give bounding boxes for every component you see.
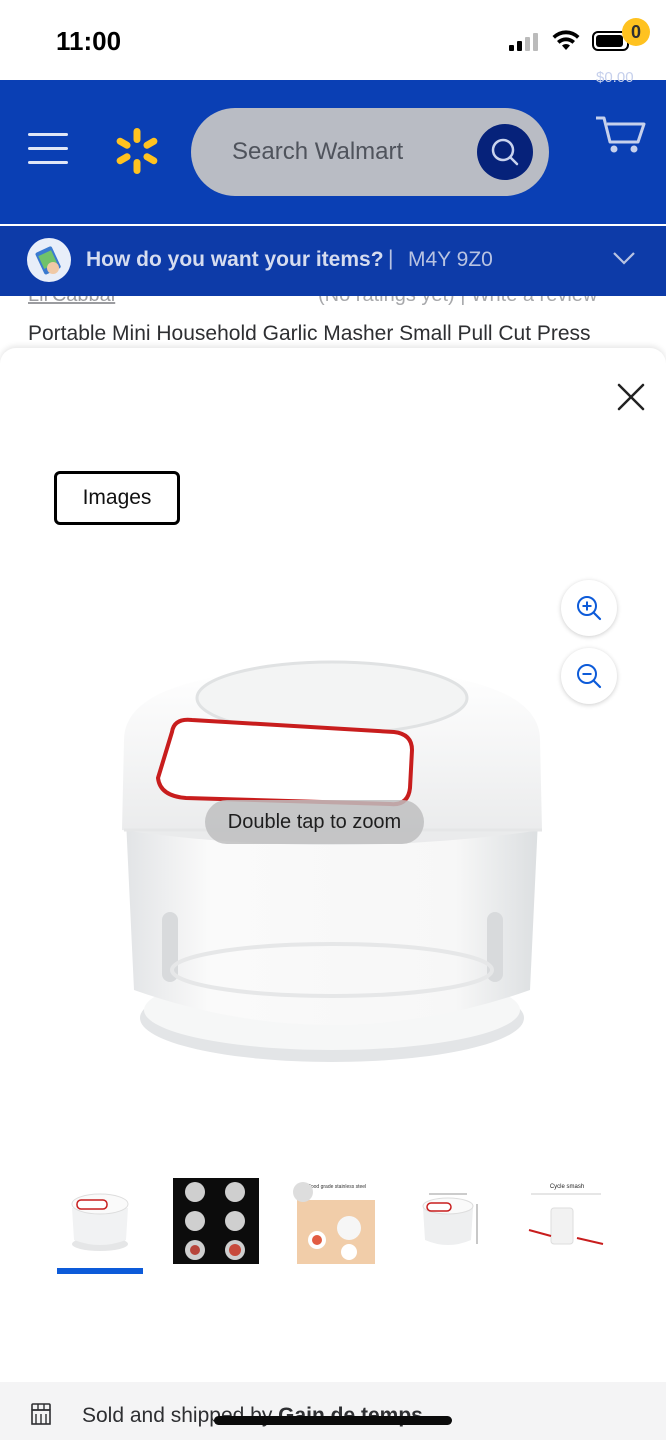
zoom-in-icon	[577, 596, 602, 621]
double-tap-hint: Double tap to zoom	[205, 800, 424, 844]
search-input[interactable]: Search Walmart	[191, 108, 549, 196]
product-header-behind: Lil'Cabbal (No ratings yet) | Write a re…	[0, 296, 666, 348]
product-title: Portable Mini Household Garlic Masher Sm…	[28, 322, 591, 345]
tab-images[interactable]: Images	[54, 471, 180, 525]
cart-icon[interactable]	[594, 102, 654, 172]
thumbnail-1[interactable]	[57, 1178, 143, 1264]
status-time: 11:00	[56, 26, 122, 56]
rating-summary[interactable]: (No ratings yet) | Write a review	[318, 296, 597, 307]
thumbnail-5-caption: Cycle smash	[550, 1184, 584, 1190]
brand-link[interactable]: Lil'Cabbal	[28, 296, 115, 307]
walmart-spark-logo[interactable]	[112, 126, 162, 176]
app-header: Search Walmart	[0, 80, 666, 224]
search-button[interactable]	[477, 124, 533, 180]
chevron-down-icon	[613, 252, 635, 265]
close-icon[interactable]	[614, 380, 648, 414]
search-placeholder: Search Walmart	[232, 138, 404, 165]
delivery-icon	[27, 238, 71, 282]
product-image[interactable]	[112, 650, 552, 1080]
zoom-in-button[interactable]	[561, 580, 617, 636]
home-indicator	[214, 1416, 452, 1425]
thumbnail-2[interactable]	[173, 1178, 259, 1264]
fulfillment-selector[interactable]: How do you want your items? | M4Y 9Z0	[0, 226, 666, 296]
status-icons	[508, 30, 634, 52]
fulfillment-question: How do you want your items?	[86, 248, 384, 271]
cart-count-badge: 0	[622, 18, 650, 46]
thumbnail-selected-indicator	[57, 1268, 143, 1274]
zoom-out-icon	[577, 664, 602, 689]
cart-total: $0.00	[596, 69, 634, 86]
thumbnail-3[interactable]: Food grade stainless steel	[289, 1178, 375, 1264]
search-icon	[491, 138, 519, 166]
status-bar: 11:00	[0, 0, 666, 80]
store-icon	[31, 1403, 51, 1425]
seller-bar: Sold and shipped by Gain de temps	[0, 1382, 666, 1440]
zoom-out-button[interactable]	[561, 648, 617, 704]
postal-code: M4Y 9Z0	[408, 248, 493, 271]
thumbnail-3-caption: Food grade stainless steel	[308, 1184, 366, 1190]
thumbnail-4[interactable]	[405, 1178, 491, 1264]
thumbnail-5[interactable]: Cycle smash	[521, 1178, 607, 1264]
wifi-icon	[552, 30, 580, 50]
signal-icon	[509, 33, 538, 51]
hamburger-icon[interactable]	[28, 133, 68, 167]
fulfillment-separator: |	[388, 247, 394, 270]
